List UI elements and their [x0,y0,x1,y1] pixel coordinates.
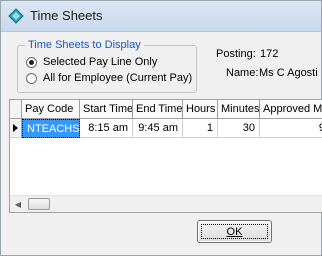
cell-minutes[interactable]: 30 [218,119,260,138]
time-sheets-window: Time Sheets Time Sheets to Display Selec… [0,0,322,256]
radio-button[interactable] [26,72,37,84]
title-bar: Time Sheets [1,1,321,32]
cell-start-time[interactable]: 8:15 am [80,119,133,138]
column-header-pay-code[interactable]: Pay Code [22,100,80,119]
horizontal-scrollbar[interactable]: ◀ [10,195,322,212]
posting-value: 172 [260,48,279,60]
window-title: Time Sheets [30,8,103,23]
ok-button-label: OK [226,225,243,238]
name-label: Name: [226,67,259,79]
radio-selected-pay-line[interactable]: Selected Pay Line Only [26,56,157,68]
radio-all-for-employee[interactable]: All for Employee (Current Pay) [26,72,192,84]
name-value: Ms C Agosti [259,67,318,79]
column-header-end-time[interactable]: End Time [133,100,183,119]
column-header-minutes[interactable]: Minutes [218,100,260,119]
scroll-left-arrow-icon[interactable]: ◀ [10,196,26,212]
radio-label: Selected Pay Line Only [43,56,158,68]
radio-button-checked[interactable] [26,56,37,68]
posting-label: Posting: [216,48,256,60]
radio-label: All for Employee (Current Pay) [43,72,193,84]
table-row[interactable]: NTEACHS 8:15 am 9:45 am 1 30 9 [10,119,322,138]
cell-pay-code[interactable]: NTEACHS [22,119,80,138]
cell-hours[interactable]: 1 [183,119,218,138]
column-header-approved-minutes[interactable]: Approved Mi [260,100,322,119]
cell-end-time[interactable]: 9:45 am [133,119,183,138]
cell-approved-minutes[interactable]: 9 [260,119,322,138]
column-header-start-time[interactable]: Start Time [80,100,133,119]
scrollbar-thumb[interactable] [28,198,50,210]
display-options-group [17,45,197,93]
display-options-legend: Time Sheets to Display [25,39,144,51]
diamond-app-icon [8,8,24,24]
grid-header-row: Pay Code Start Time End Time Hours Minut… [10,100,322,119]
ok-button[interactable]: OK [197,220,272,243]
column-header-hours[interactable]: Hours [183,100,218,119]
current-row-arrow-icon[interactable] [10,119,22,138]
time-sheets-grid[interactable]: Pay Code Start Time End Time Hours Minut… [9,99,322,213]
row-header-corner [10,100,22,119]
